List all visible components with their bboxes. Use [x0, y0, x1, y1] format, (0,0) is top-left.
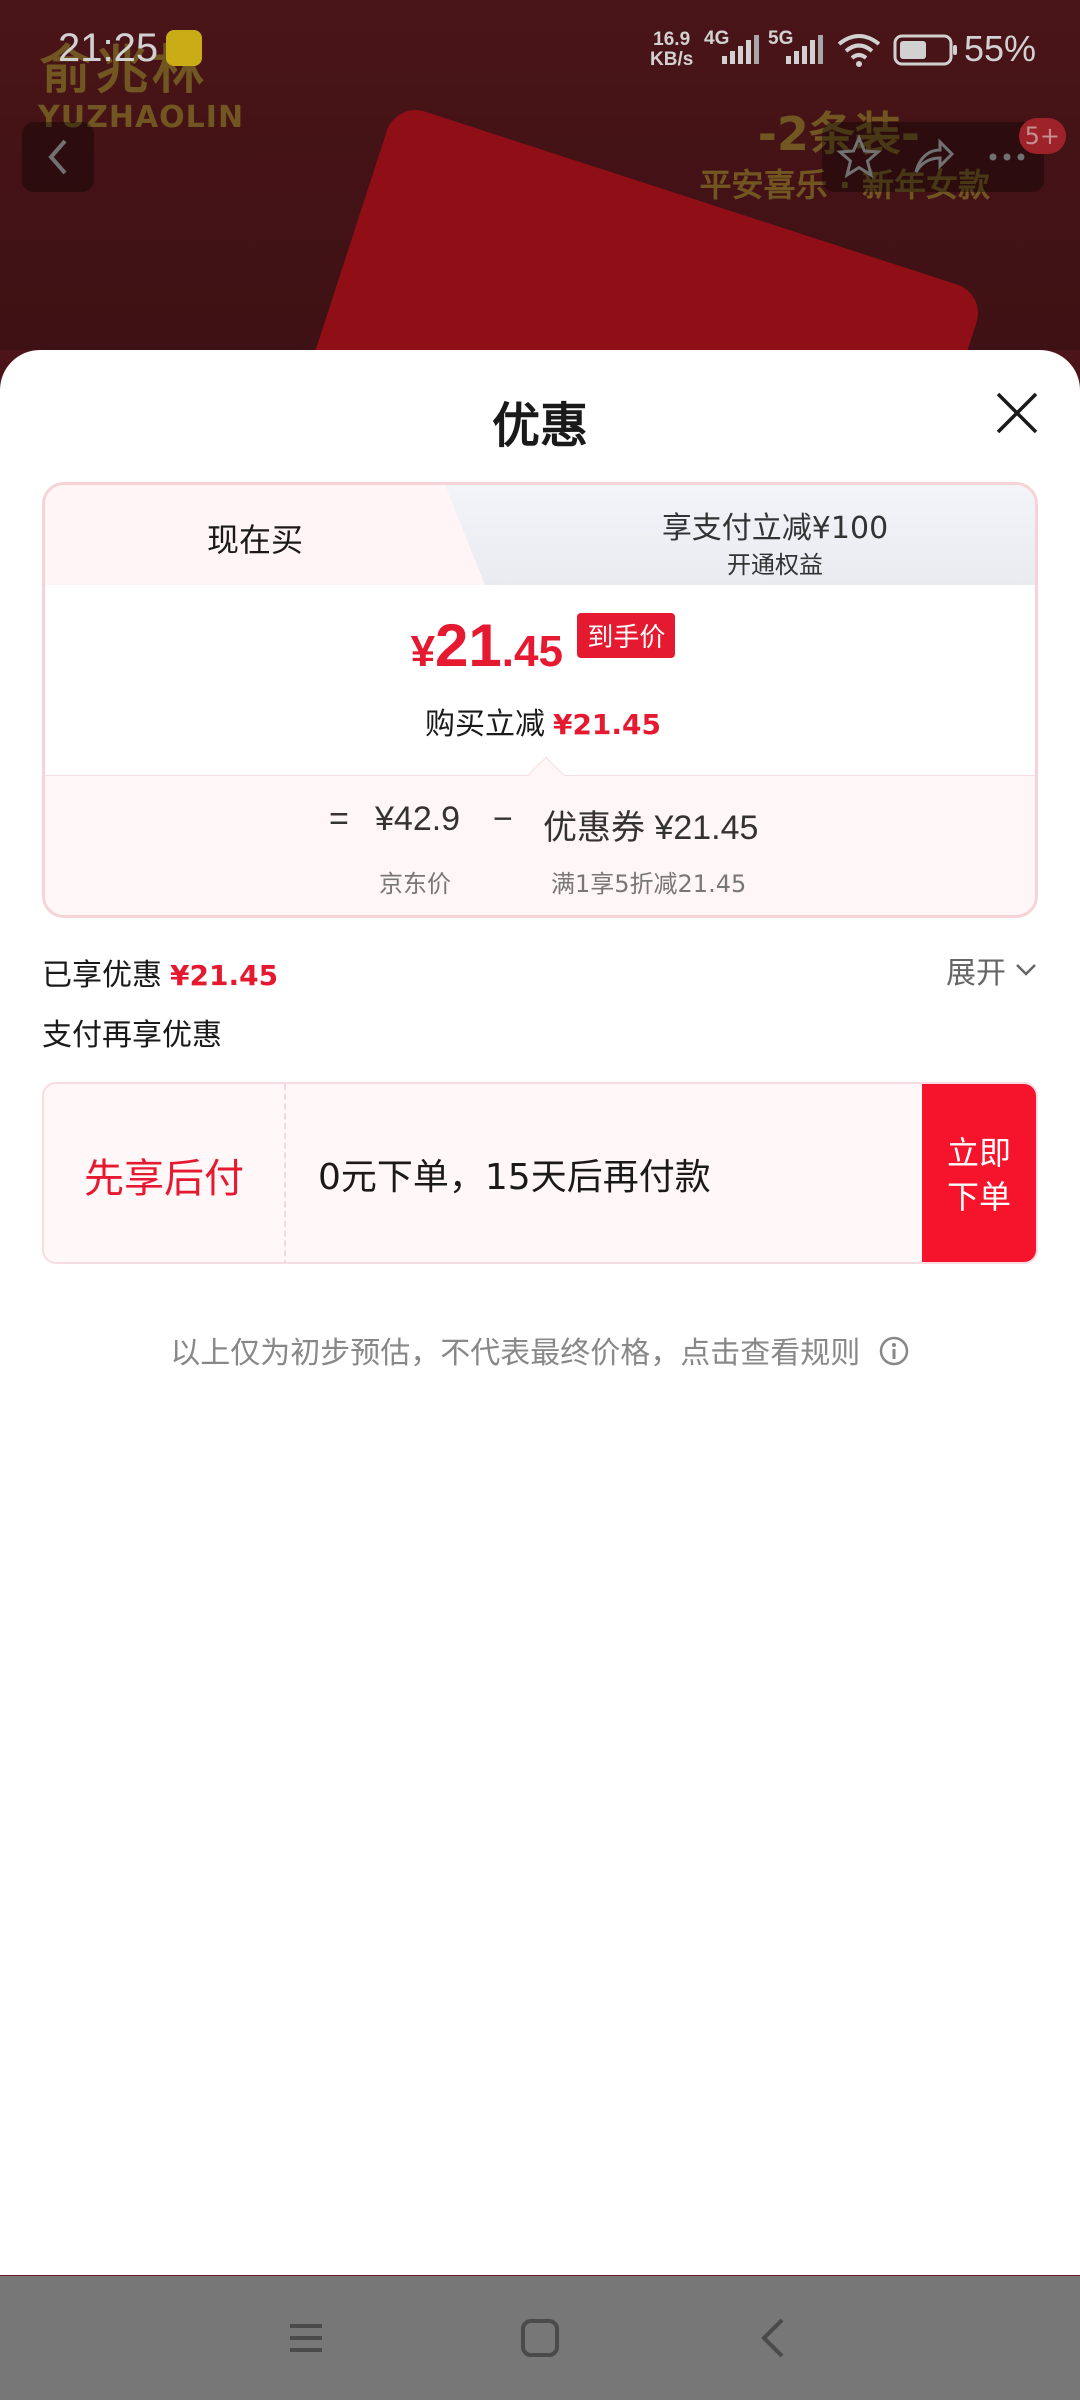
minus-sign: − — [493, 800, 513, 838]
tab-pay-discount-sub: 开通权益 — [727, 551, 823, 579]
close-icon[interactable] — [992, 388, 1042, 438]
home-icon[interactable] — [518, 2316, 562, 2360]
final-price-decimal: .45 — [501, 627, 563, 676]
final-price-tag: 到手价 — [577, 613, 676, 658]
paylater-text: 0元下单，15天后再付款 — [318, 1157, 711, 1198]
save-label: 购买立减 — [424, 707, 545, 742]
coupon-amount: 优惠券 ¥21.45 — [543, 809, 759, 847]
discount-sheet: 优惠 现在买 享支付立减¥100 开通权益 ¥21.45 到手价 购买立减 ¥21… — [0, 350, 1080, 2275]
save-amount: ¥21.45 — [552, 708, 662, 741]
chevron-down-icon — [1016, 964, 1036, 976]
final-price: ¥21.45 到手价 — [45, 611, 1035, 680]
disclaimer[interactable]: 以上仅为初步预估，不代表最终价格，点击查看规则 — [0, 1328, 1080, 1372]
jd-price-label: 京东价 — [379, 870, 451, 898]
order-now-button[interactable]: 立即下单 — [922, 1084, 1036, 1262]
price-breakdown: = ¥42.9 京东价 − 优惠券 ¥21.45 满1享5折减21.45 — [45, 756, 1035, 915]
tab-row: 现在买 享支付立减¥100 开通权益 — [45, 485, 1035, 585]
back-nav-icon[interactable] — [752, 2316, 796, 2360]
paylater-label: 先享后付 — [44, 1084, 286, 1262]
final-price-yen: ¥ — [410, 627, 436, 676]
price-card: 现在买 享支付立减¥100 开通权益 ¥21.45 到手价 购买立减 ¥21.45… — [42, 482, 1038, 918]
expand-button[interactable]: 展开 — [946, 948, 1038, 992]
expand-label: 展开 — [946, 956, 1006, 991]
disclaimer-text: 以上仅为初步预估，不代表最终价格，点击查看规则 — [170, 1336, 861, 1371]
pay-more-label: 支付再享优惠 — [42, 1018, 222, 1053]
modal-backdrop[interactable] — [0, 0, 1080, 350]
enjoyed-discount: 已享优惠 ¥21.45 — [42, 950, 278, 994]
paylater-card[interactable]: 先享后付 0元下单，15天后再付款 立即下单 — [42, 1082, 1038, 1264]
price-area: ¥21.45 到手价 购买立减 ¥21.45 — [45, 585, 1035, 775]
menu-icon[interactable] — [284, 2316, 328, 2360]
final-price-integer: 21 — [435, 612, 502, 679]
system-nav-bar — [0, 2276, 1080, 2400]
tab-pay-discount-title: 享支付立减¥100 — [661, 511, 889, 546]
sheet-title: 优惠 — [491, 398, 588, 454]
order-now-label: 立即下单 — [946, 1134, 1011, 1216]
info-icon — [879, 1336, 909, 1366]
equals-sign: = — [329, 800, 349, 838]
jd-price: ¥42.9 — [375, 800, 461, 838]
enjoyed-amount: ¥21.45 — [170, 959, 279, 992]
coupon-label: 满1享5折减21.45 — [551, 870, 747, 898]
enjoyed-label: 已享优惠 — [42, 958, 162, 993]
save-line: 购买立减 ¥21.45 — [45, 699, 1035, 743]
tab-buy-now-label: 现在买 — [206, 521, 303, 559]
